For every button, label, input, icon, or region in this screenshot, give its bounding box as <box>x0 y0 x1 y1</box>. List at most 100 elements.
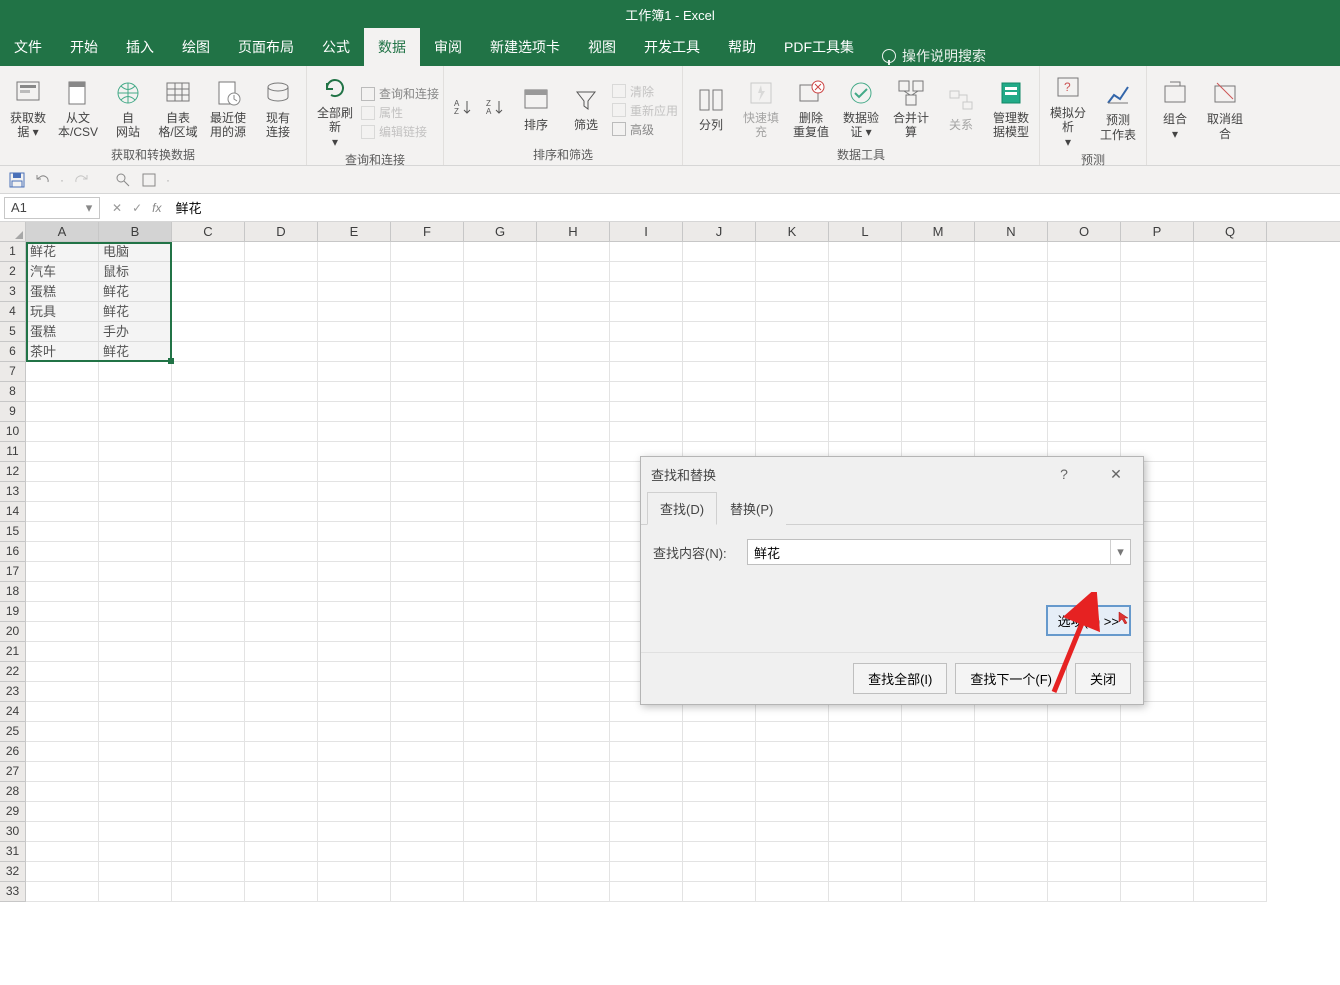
cell[interactable] <box>610 282 683 302</box>
row-header[interactable]: 13 <box>0 482 26 502</box>
cell[interactable]: 鲜花 <box>99 302 172 322</box>
cell[interactable] <box>902 282 975 302</box>
cell[interactable] <box>756 722 829 742</box>
cell[interactable] <box>975 802 1048 822</box>
cell[interactable] <box>391 562 464 582</box>
cell[interactable] <box>829 242 902 262</box>
cell[interactable] <box>610 842 683 862</box>
cell[interactable] <box>464 782 537 802</box>
cell[interactable] <box>1121 262 1194 282</box>
cell[interactable] <box>245 702 318 722</box>
cell[interactable] <box>318 802 391 822</box>
cell[interactable] <box>172 602 245 622</box>
cell[interactable] <box>172 522 245 542</box>
row-header[interactable]: 15 <box>0 522 26 542</box>
cell[interactable] <box>26 542 99 562</box>
cell[interactable] <box>26 482 99 502</box>
cell[interactable] <box>26 622 99 642</box>
cell[interactable]: 电脑 <box>99 242 172 262</box>
confirm-entry[interactable]: ✓ <box>132 201 142 215</box>
cell[interactable] <box>829 402 902 422</box>
cell[interactable] <box>245 342 318 362</box>
cell[interactable] <box>245 782 318 802</box>
cell[interactable] <box>99 822 172 842</box>
cell[interactable] <box>1121 862 1194 882</box>
cell[interactable] <box>172 322 245 342</box>
cell[interactable] <box>26 502 99 522</box>
find-what-input[interactable] <box>748 545 1110 560</box>
cell[interactable] <box>26 522 99 542</box>
btn-ungroup[interactable]: 取消组合 <box>1201 76 1249 143</box>
cell[interactable] <box>829 802 902 822</box>
find-replace-dialog[interactable]: 查找和替换 ? ✕ 查找(D) 替换(P) 查找内容(N): ▾ 选项(T) >… <box>640 456 1144 705</box>
cell[interactable] <box>1048 242 1121 262</box>
cell[interactable] <box>756 862 829 882</box>
cell[interactable] <box>1121 802 1194 822</box>
cell[interactable] <box>172 622 245 642</box>
cell[interactable] <box>172 542 245 562</box>
btn-from-csv[interactable]: 从文 本/CSV <box>54 75 102 142</box>
cell[interactable] <box>464 822 537 842</box>
dialog-titlebar[interactable]: 查找和替换 ? ✕ <box>641 457 1143 491</box>
btn-text-to-columns[interactable]: 分列 <box>687 82 735 134</box>
cell[interactable] <box>318 482 391 502</box>
cell[interactable] <box>975 322 1048 342</box>
cell[interactable] <box>245 822 318 842</box>
cell[interactable] <box>902 822 975 842</box>
cell[interactable] <box>391 382 464 402</box>
cell[interactable] <box>172 502 245 522</box>
cell[interactable] <box>1194 242 1267 262</box>
cell[interactable] <box>318 762 391 782</box>
cell[interactable] <box>1194 862 1267 882</box>
cell[interactable] <box>391 742 464 762</box>
cell[interactable] <box>1194 722 1267 742</box>
cell[interactable] <box>1194 822 1267 842</box>
cell[interactable] <box>537 662 610 682</box>
cell[interactable] <box>610 382 683 402</box>
col-header-E[interactable]: E <box>318 222 391 241</box>
cell[interactable] <box>172 482 245 502</box>
cell[interactable] <box>975 282 1048 302</box>
cell[interactable] <box>464 442 537 462</box>
cell[interactable] <box>537 382 610 402</box>
cell[interactable] <box>172 382 245 402</box>
cell[interactable] <box>245 382 318 402</box>
tab-developer[interactable]: 开发工具 <box>630 28 714 66</box>
tell-me[interactable]: 操作说明搜索 <box>868 46 1000 66</box>
dialog-close-button[interactable]: ✕ <box>1099 466 1133 483</box>
cell[interactable] <box>1048 882 1121 902</box>
qat-redo[interactable] <box>72 171 90 189</box>
cell[interactable] <box>391 822 464 842</box>
cell[interactable] <box>99 462 172 482</box>
cell[interactable] <box>318 282 391 302</box>
cell[interactable] <box>537 442 610 462</box>
cell[interactable] <box>245 402 318 422</box>
col-header-P[interactable]: P <box>1121 222 1194 241</box>
cell[interactable] <box>464 462 537 482</box>
cell[interactable] <box>99 742 172 762</box>
cell[interactable] <box>902 362 975 382</box>
cell[interactable] <box>537 722 610 742</box>
close-button[interactable]: 关闭 <box>1075 663 1131 694</box>
cell[interactable] <box>683 302 756 322</box>
row-header[interactable]: 1 <box>0 242 26 262</box>
btn-sort-asc[interactable]: AZ <box>448 96 478 120</box>
cell[interactable] <box>318 362 391 382</box>
cell[interactable] <box>1121 842 1194 862</box>
cell[interactable] <box>829 382 902 402</box>
cell[interactable] <box>683 822 756 842</box>
cell[interactable] <box>537 462 610 482</box>
cell[interactable] <box>683 782 756 802</box>
cell[interactable] <box>1048 842 1121 862</box>
cell[interactable] <box>391 682 464 702</box>
cell[interactable] <box>245 882 318 902</box>
row-header[interactable]: 8 <box>0 382 26 402</box>
cell[interactable] <box>26 422 99 442</box>
cell[interactable] <box>537 562 610 582</box>
cell[interactable] <box>26 662 99 682</box>
cell[interactable] <box>464 562 537 582</box>
cell[interactable] <box>537 242 610 262</box>
cell[interactable] <box>829 282 902 302</box>
tab-home[interactable]: 开始 <box>56 28 112 66</box>
cell[interactable] <box>902 302 975 322</box>
